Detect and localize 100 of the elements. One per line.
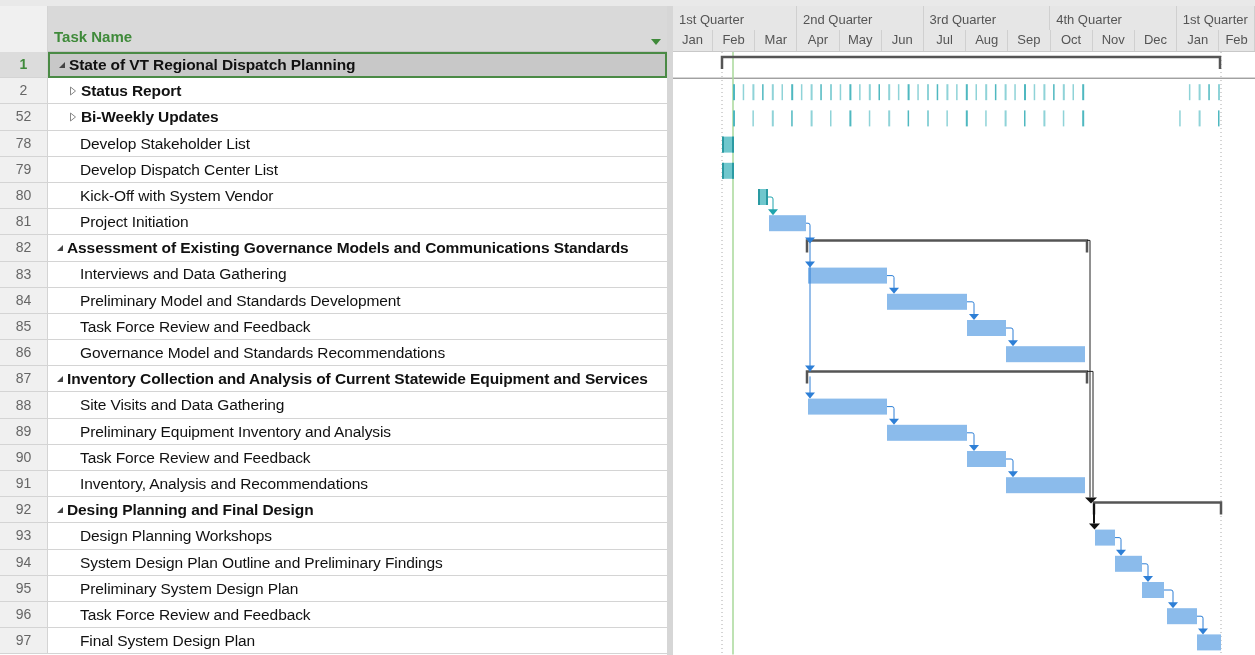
- task-row[interactable]: 91 Inventory, Analysis and Recommendations: [0, 471, 667, 498]
- task-name: Governance Model and Standards Recommendations: [80, 343, 446, 364]
- month-label: Jul: [923, 29, 967, 51]
- row-number: 2: [0, 78, 48, 105]
- task-row[interactable]: 79 Develop Dispatch Center List: [0, 156, 667, 183]
- task-row[interactable]: 94 System Design Plan Outline and Preliminary Findings: [0, 549, 667, 576]
- quarter-label: 3rd Quarter: [923, 6, 1051, 30]
- task-name: Design Planning Workshops: [80, 526, 272, 547]
- row-number: 94: [0, 549, 48, 576]
- task-name: Develop Stakeholder List: [80, 133, 250, 154]
- month-label: Dec: [1134, 29, 1178, 51]
- task-row[interactable]: 78 Develop Stakeholder List: [0, 130, 667, 157]
- task-row[interactable]: 89 Preliminary Equipment Inventory and Analysis: [0, 418, 667, 445]
- row-number: 91: [0, 471, 48, 498]
- dependency-arrow: [1163, 589, 1178, 609]
- expand-icon[interactable]: [69, 111, 77, 122]
- dependency-arrow: [1005, 327, 1018, 347]
- task-row[interactable]: 93 Design Planning Workshops: [0, 523, 667, 550]
- quarter-label: 1st Quarter: [1176, 6, 1255, 30]
- task-name: Bi-Weekly Updates: [81, 107, 219, 128]
- row-number: 78: [0, 130, 48, 157]
- row-number: 84: [0, 287, 48, 314]
- task-name: Task Force Review and Feedback: [80, 447, 311, 468]
- collapse-icon[interactable]: [56, 505, 64, 514]
- task-name: Develop Dispatch Center List: [80, 159, 278, 180]
- row-number: 52: [0, 104, 48, 131]
- task-row[interactable]: 84 Preliminary Model and Standards Development: [0, 287, 667, 314]
- month-label: Jun: [881, 29, 924, 51]
- task-row[interactable]: 90 Task Force Review and Feedback: [0, 444, 667, 471]
- dependency-arrow: [966, 432, 979, 451]
- task-name: Kick-Off with System Vendor: [80, 185, 274, 206]
- row-number: 81: [0, 209, 48, 236]
- task-row[interactable]: 52 Bi-Weekly Updates: [0, 104, 667, 131]
- task-name: Assessment of Existing Governance Models and Communications Standards: [67, 238, 629, 259]
- task-name: Task Force Review and Feedback: [80, 316, 311, 337]
- collapse-icon[interactable]: [56, 243, 64, 252]
- row-number: 89: [0, 418, 48, 445]
- task-row[interactable]: 81 Project Initiation: [0, 209, 667, 236]
- month-label: Apr: [797, 29, 840, 51]
- task-row[interactable]: 97 Final System Design Plan: [0, 628, 667, 655]
- row-number: 96: [0, 601, 48, 629]
- task-name: Final System Design Plan: [80, 631, 256, 652]
- row-number: 88: [0, 392, 48, 419]
- task-row[interactable]: 83 Interviews and Data Gathering: [0, 261, 667, 288]
- task-name: Preliminary Equipment Inventory and Analysis: [80, 421, 391, 442]
- task-row[interactable]: 86 Governance Model and Standards Recommendations: [0, 340, 667, 367]
- row-number: 97: [0, 628, 48, 655]
- collapse-icon[interactable]: [56, 374, 64, 383]
- task-row[interactable]: 2 Status Report: [0, 78, 667, 105]
- task-name: Preliminary Model and Standards Development: [80, 290, 401, 311]
- task-name: Inventory, Analysis and Recommendations: [80, 473, 368, 494]
- dependency-arrow: [886, 406, 899, 425]
- task-name: Project Initiation: [80, 212, 189, 233]
- task-name: Task Force Review and Feedback: [80, 604, 311, 625]
- quarter-label: 2nd Quarter: [797, 6, 924, 30]
- task-row[interactable]: 88 Site Visits and Data Gathering: [0, 392, 667, 419]
- task-name: Site Visits and Data Gathering: [80, 395, 285, 416]
- month-label: Oct: [1050, 29, 1093, 51]
- row-number: 80: [0, 182, 48, 210]
- task-row[interactable]: 95 Preliminary System Design Plan: [0, 575, 667, 602]
- dependency-arrow: [966, 301, 979, 320]
- row-number: 86: [0, 340, 48, 367]
- task-name: Status Report: [81, 81, 182, 102]
- task-name: Desing Planning and Final Design: [67, 500, 314, 521]
- task-row[interactable]: 85 Task Force Review and Feedback: [0, 313, 667, 341]
- dependency-arrow: [1196, 615, 1208, 635]
- dependency-arrow: [767, 196, 778, 216]
- month-label: Nov: [1092, 29, 1135, 51]
- row-number: 79: [0, 156, 48, 183]
- month-label: May: [839, 29, 882, 51]
- row-number: 82: [0, 235, 48, 262]
- dropdown-icon[interactable]: [651, 39, 661, 45]
- collapse-icon[interactable]: [58, 61, 66, 70]
- month-label: Sep: [1008, 29, 1051, 51]
- task-row[interactable]: 87 Inventory Collection and Analysis of Current Statewide Equipment and Services: [0, 366, 667, 393]
- month-label: Mar: [755, 29, 798, 51]
- quarter-label: 4th Quarter: [1050, 6, 1177, 30]
- task-row[interactable]: 82 Assessment of Existing Governance Models and Communications Standards: [0, 235, 667, 262]
- row-number: 83: [0, 261, 48, 288]
- month-label: Feb: [713, 29, 756, 51]
- dependency-arrow: [1141, 563, 1153, 582]
- row-number: 85: [0, 313, 48, 341]
- row-number: 95: [0, 575, 48, 602]
- row-number: 1: [0, 52, 48, 79]
- task-name: Inventory Collection and Analysis of Current Statewide Equipment and Services: [67, 369, 648, 390]
- expand-icon[interactable]: [69, 85, 77, 96]
- dependency-arrow: [1114, 537, 1126, 556]
- task-row[interactable]: 96 Task Force Review and Feedback: [0, 601, 667, 629]
- dependency-arrow: [1005, 458, 1018, 478]
- month-label: Jan: [673, 29, 713, 51]
- dependency-arrow: [886, 275, 899, 294]
- month-label: Aug: [966, 29, 1009, 51]
- month-label: Feb: [1219, 29, 1255, 51]
- row-number: 92: [0, 497, 48, 524]
- row-number: 87: [0, 366, 48, 393]
- month-label: Jan: [1177, 29, 1220, 51]
- task-row[interactable]: 92 Desing Planning and Final Design: [0, 497, 667, 524]
- task-row[interactable]: 80 Kick-Off with System Vendor: [0, 182, 667, 210]
- quarter-label: 1st Quarter: [673, 6, 797, 30]
- task-name: Preliminary System Design Plan: [80, 578, 299, 599]
